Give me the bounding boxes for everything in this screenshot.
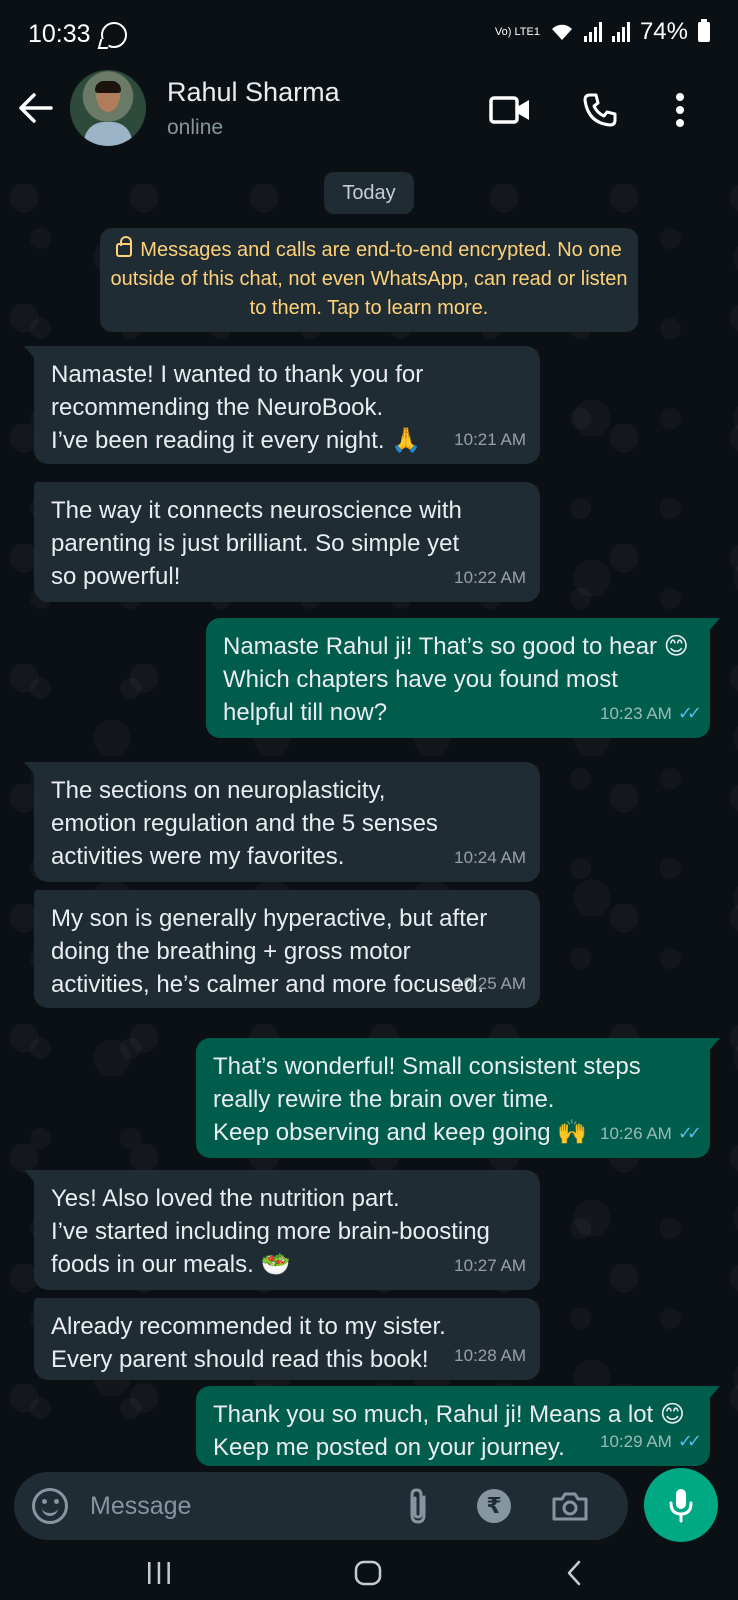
message-text: The sections on neuroplasticity, emotion… — [51, 777, 438, 870]
contact-status: online — [167, 116, 224, 139]
recent-apps-icon — [148, 1562, 170, 1584]
message-text: My son is generally hyperactive, but aft… — [51, 905, 488, 998]
battery-percent: 74% — [639, 18, 688, 45]
double-check-read-icon: ✓✓ — [677, 703, 702, 723]
message-composer: ₹ — [14, 1472, 628, 1540]
message-time: 10:21 AM — [454, 430, 526, 449]
rupee-icon: ₹ — [477, 1489, 511, 1523]
message-time: 10:25 AM — [454, 974, 526, 993]
contact-name[interactable]: Rahul Sharma — [167, 77, 340, 108]
chat-area[interactable]: Today Messages and calls are end-to-end … — [0, 162, 738, 1472]
double-check-read-icon: ✓✓ — [677, 1431, 702, 1451]
status-indicators: Vo) LTE1 74% — [495, 18, 710, 46]
home-icon — [354, 1560, 382, 1586]
paperclip-icon — [410, 1488, 426, 1524]
message-text: Namaste! I wanted to thank you for recom… — [51, 361, 424, 454]
message-input[interactable] — [90, 1484, 380, 1528]
signal-icon-2 — [611, 22, 630, 42]
message-time: 10:23 AM — [600, 704, 672, 723]
message-time: 10:22 AM — [454, 568, 526, 587]
system-nav-bar — [0, 1550, 738, 1600]
avatar[interactable] — [70, 70, 146, 146]
message-text: Yes! Also loved the nutrition part. I’ve… — [51, 1185, 490, 1278]
message-time: 10:28 AM — [454, 1346, 526, 1365]
message-meta: 10:26 AM ✓✓ — [600, 1117, 702, 1150]
video-call-button[interactable] — [488, 88, 532, 132]
camera-icon — [552, 1492, 588, 1521]
payment-button[interactable]: ₹ — [474, 1486, 514, 1526]
attach-button[interactable] — [398, 1486, 438, 1526]
volte-indicator: Vo) LTE1 — [494, 25, 540, 38]
message-bubble-outgoing[interactable]: Namaste Rahul ji! That’s so good to hear… — [206, 618, 720, 738]
message-text: The way it connects neuroscience with pa… — [51, 497, 462, 590]
message-bubble-incoming[interactable]: Namaste! I wanted to thank you for recom… — [24, 346, 540, 464]
camera-button[interactable] — [550, 1486, 590, 1526]
emoji-button[interactable] — [32, 1488, 68, 1524]
arrow-left-icon — [19, 93, 53, 123]
chat-header: Rahul Sharma online — [0, 62, 738, 162]
whatsapp-notification-icon — [101, 22, 127, 48]
chevron-left-icon — [567, 1560, 581, 1586]
phone-icon — [583, 93, 617, 127]
recent-apps-button[interactable] — [144, 1558, 174, 1588]
home-button[interactable] — [352, 1558, 384, 1588]
lock-icon — [116, 236, 133, 257]
message-time: 10:27 AM — [454, 1256, 526, 1275]
message-meta: 10:23 AM ✓✓ — [600, 697, 702, 730]
double-check-read-icon: ✓✓ — [677, 1123, 702, 1143]
message-bubble-outgoing[interactable]: That’s wonderful! Small consistent steps… — [196, 1038, 720, 1158]
date-chip: Today — [324, 172, 414, 214]
message-bubble-incoming[interactable]: The sections on neuroplasticity, emotion… — [24, 762, 540, 882]
microphone-icon — [669, 1489, 693, 1523]
back-button[interactable] — [16, 88, 56, 128]
signal-icon-1 — [583, 22, 602, 42]
encryption-notice-text: Messages and calls are end-to-end encryp… — [110, 239, 628, 319]
message-bubble-incoming[interactable]: My son is generally hyperactive, but aft… — [34, 890, 540, 1008]
message-meta: 10:29 AM ✓✓ — [600, 1425, 702, 1458]
encryption-notice[interactable]: Messages and calls are end-to-end encryp… — [100, 228, 638, 332]
more-options-button[interactable] — [658, 88, 702, 132]
back-nav-button[interactable] — [562, 1558, 586, 1588]
voice-call-button[interactable] — [578, 88, 622, 132]
message-bubble-outgoing[interactable]: Thank you so much, Rahul ji! Means a lot… — [196, 1386, 720, 1466]
message-time: 10:24 AM — [454, 848, 526, 867]
more-vertical-icon — [676, 93, 684, 127]
battery-icon — [698, 19, 710, 42]
message-time: 10:29 AM — [600, 1432, 672, 1451]
message-bubble-incoming[interactable]: The way it connects neuroscience with pa… — [34, 482, 540, 602]
status-time: 10:33 — [28, 20, 91, 48]
video-camera-icon — [489, 96, 529, 124]
message-time: 10:26 AM — [600, 1124, 672, 1143]
message-bubble-incoming[interactable]: Yes! Also loved the nutrition part. I’ve… — [24, 1170, 540, 1290]
status-bar: 10:33 Vo) LTE1 74% — [0, 0, 738, 62]
message-text: Already recommended it to my sister. Eve… — [51, 1313, 446, 1373]
input-bar: ₹ — [0, 1468, 738, 1550]
wifi-icon — [551, 24, 572, 40]
message-bubble-incoming[interactable]: Already recommended it to my sister. Eve… — [34, 1298, 540, 1380]
voice-record-button[interactable] — [644, 1468, 718, 1542]
